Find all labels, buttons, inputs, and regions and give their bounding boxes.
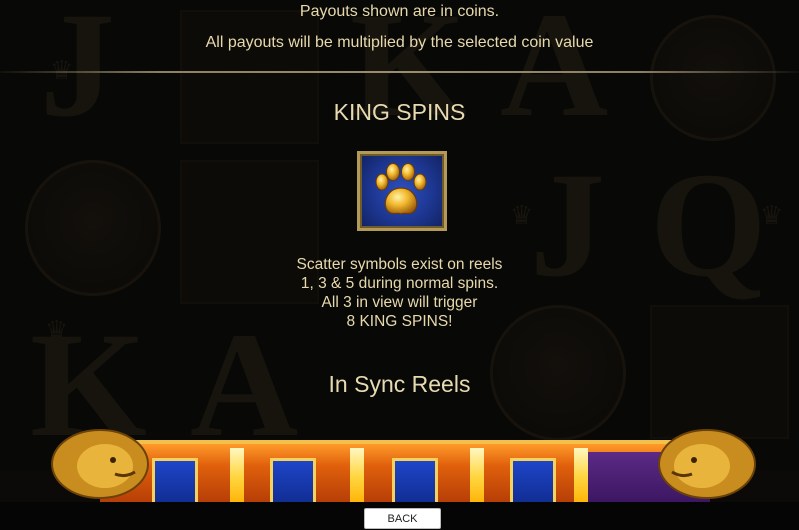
strip-light (470, 448, 484, 506)
strip-light (350, 448, 364, 506)
strip-light (230, 448, 244, 506)
description-line: 8 KING SPINS! (346, 313, 453, 330)
description-line: All 3 in view will trigger (321, 294, 478, 311)
in-sync-reels-title: In Sync Reels (328, 371, 471, 397)
payout-coins-text: Payouts shown are in coins. (299, 3, 500, 20)
king-spins-title: KING SPINS (333, 99, 466, 125)
reel-frame-strip (100, 440, 710, 509)
lion-head-icon (658, 429, 756, 499)
scatter-symbol (357, 151, 447, 231)
section-divider (0, 71, 799, 73)
description-line: 1, 3 & 5 during normal spins. (300, 275, 499, 292)
lion-head-icon (51, 429, 149, 499)
king-spins-description: Scatter symbols exist on reels 1, 3 & 5 … (0, 255, 799, 331)
payout-multiplier-text: All payouts will be multiplied by the se… (205, 34, 594, 51)
description-line: Scatter symbols exist on reels (296, 256, 503, 273)
strip-light (574, 448, 588, 506)
golden-paw-icon (375, 163, 427, 215)
back-button[interactable]: BACK (364, 508, 441, 529)
